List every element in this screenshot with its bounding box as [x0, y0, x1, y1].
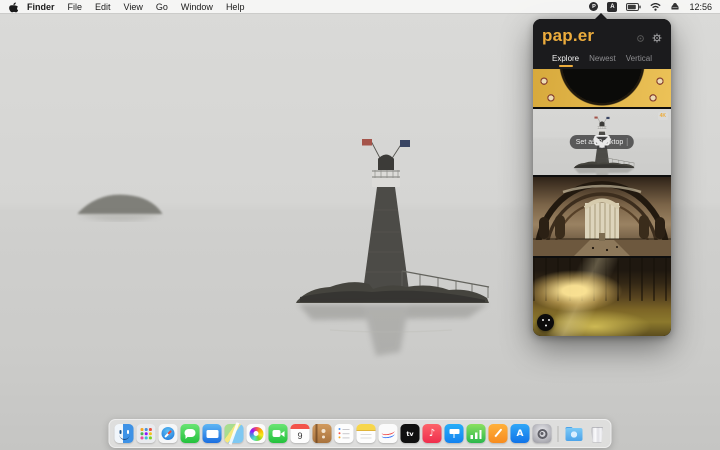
dock-launchpad-icon[interactable] — [137, 424, 156, 443]
status-area: P A 12:56 — [589, 2, 712, 12]
menu-go[interactable]: Go — [156, 2, 168, 12]
popover-arrow — [594, 13, 608, 20]
dock-mail-icon[interactable] — [203, 424, 222, 443]
input-source-icon[interactable]: A — [607, 2, 617, 12]
resolution-badge: 4K — [658, 112, 668, 120]
museum-thumb-image — [533, 177, 671, 256]
thumbnail-brass-instrument[interactable] — [533, 69, 671, 107]
thumbnail-foggy-lighthouse[interactable]: 4K Set as Desktop — [533, 109, 671, 175]
menu-extra-icon[interactable] — [670, 2, 680, 11]
chevron-down-icon[interactable] — [570, 135, 634, 149]
music-glyph: ♪ — [423, 424, 442, 443]
dock-notes-icon[interactable] — [357, 424, 376, 443]
wifi-icon[interactable] — [650, 3, 661, 11]
menu-help[interactable]: Help — [226, 2, 245, 12]
menu-finder[interactable]: Finder — [27, 2, 55, 12]
dock-calendar-icon[interactable]: 9 — [291, 424, 310, 443]
tab-explore[interactable]: Explore — [548, 54, 583, 69]
dock-photos-icon[interactable] — [247, 424, 266, 443]
battery-icon[interactable] — [626, 3, 641, 11]
tab-vertical[interactable]: Vertical — [622, 54, 656, 69]
tab-newest[interactable]: Newest — [585, 54, 620, 69]
menu-bar: Finder File Edit View Go Window Help P A 12:56 — [0, 0, 720, 13]
menu-window[interactable]: Window — [181, 2, 213, 12]
dock-stocks-icon[interactable] — [379, 424, 398, 443]
dock-facetime-icon[interactable] — [269, 424, 288, 443]
dock-settings-icon[interactable] — [533, 424, 552, 443]
menu-clock[interactable]: 12:56 — [689, 2, 712, 12]
tv-glyph: tv — [401, 424, 420, 443]
menu-file[interactable]: File — [68, 2, 83, 12]
dock-reminders-icon[interactable] — [335, 424, 354, 443]
paper-menubar-icon[interactable]: P — [589, 2, 598, 11]
dock-messages-icon[interactable] — [181, 424, 200, 443]
dock-tv-icon[interactable]: tv — [401, 424, 420, 443]
dock-safari-icon[interactable] — [159, 424, 178, 443]
menu-view[interactable]: View — [124, 2, 143, 12]
dock-keynote-icon[interactable] — [445, 424, 464, 443]
dock-pages-icon[interactable] — [489, 424, 508, 443]
menu-items: Finder File Edit View Go Window Help — [27, 2, 244, 12]
dock-finder-icon[interactable] — [115, 424, 134, 443]
paper-logo: pap.er — [542, 26, 594, 46]
panel-header: pap.er ExploreNewestVertical — [533, 19, 671, 69]
apple-menu-icon[interactable] — [8, 1, 18, 13]
set-as-desktop-button[interactable]: Set as Desktop — [570, 135, 634, 149]
dock-divider — [558, 426, 559, 442]
desktop-screen: Finder File Edit View Go Window Help P A 12:56 — [0, 0, 720, 450]
dock: 9 tv♪ A — [109, 419, 612, 448]
thumbnail-museum-hall[interactable] — [533, 177, 671, 256]
menu-edit[interactable]: Edit — [95, 2, 111, 12]
panel-tabs: ExploreNewestVertical — [542, 46, 662, 69]
dock-contacts-icon[interactable] — [313, 424, 332, 443]
dock-music-icon[interactable]: ♪ — [423, 424, 442, 443]
dock-trash-icon[interactable] — [587, 424, 606, 443]
wallpaper-list: 4K Set as Desktop — [533, 69, 671, 336]
calendar-day: 9 — [291, 429, 310, 443]
dock-icons: 9 tv♪ A — [115, 424, 606, 443]
dock-appstore-icon[interactable]: A — [511, 424, 530, 443]
random-wallpaper-button[interactable] — [537, 314, 554, 331]
gear-icon[interactable] — [652, 33, 662, 43]
appstore-glyph: A — [511, 424, 530, 443]
shuffle-icon[interactable] — [636, 34, 645, 43]
dock-downloads-icon[interactable] — [565, 424, 584, 443]
paper-panel: pap.er ExploreNewestVertical — [533, 19, 671, 336]
dock-maps-icon[interactable] — [225, 424, 244, 443]
dock-numbers-icon[interactable] — [467, 424, 486, 443]
